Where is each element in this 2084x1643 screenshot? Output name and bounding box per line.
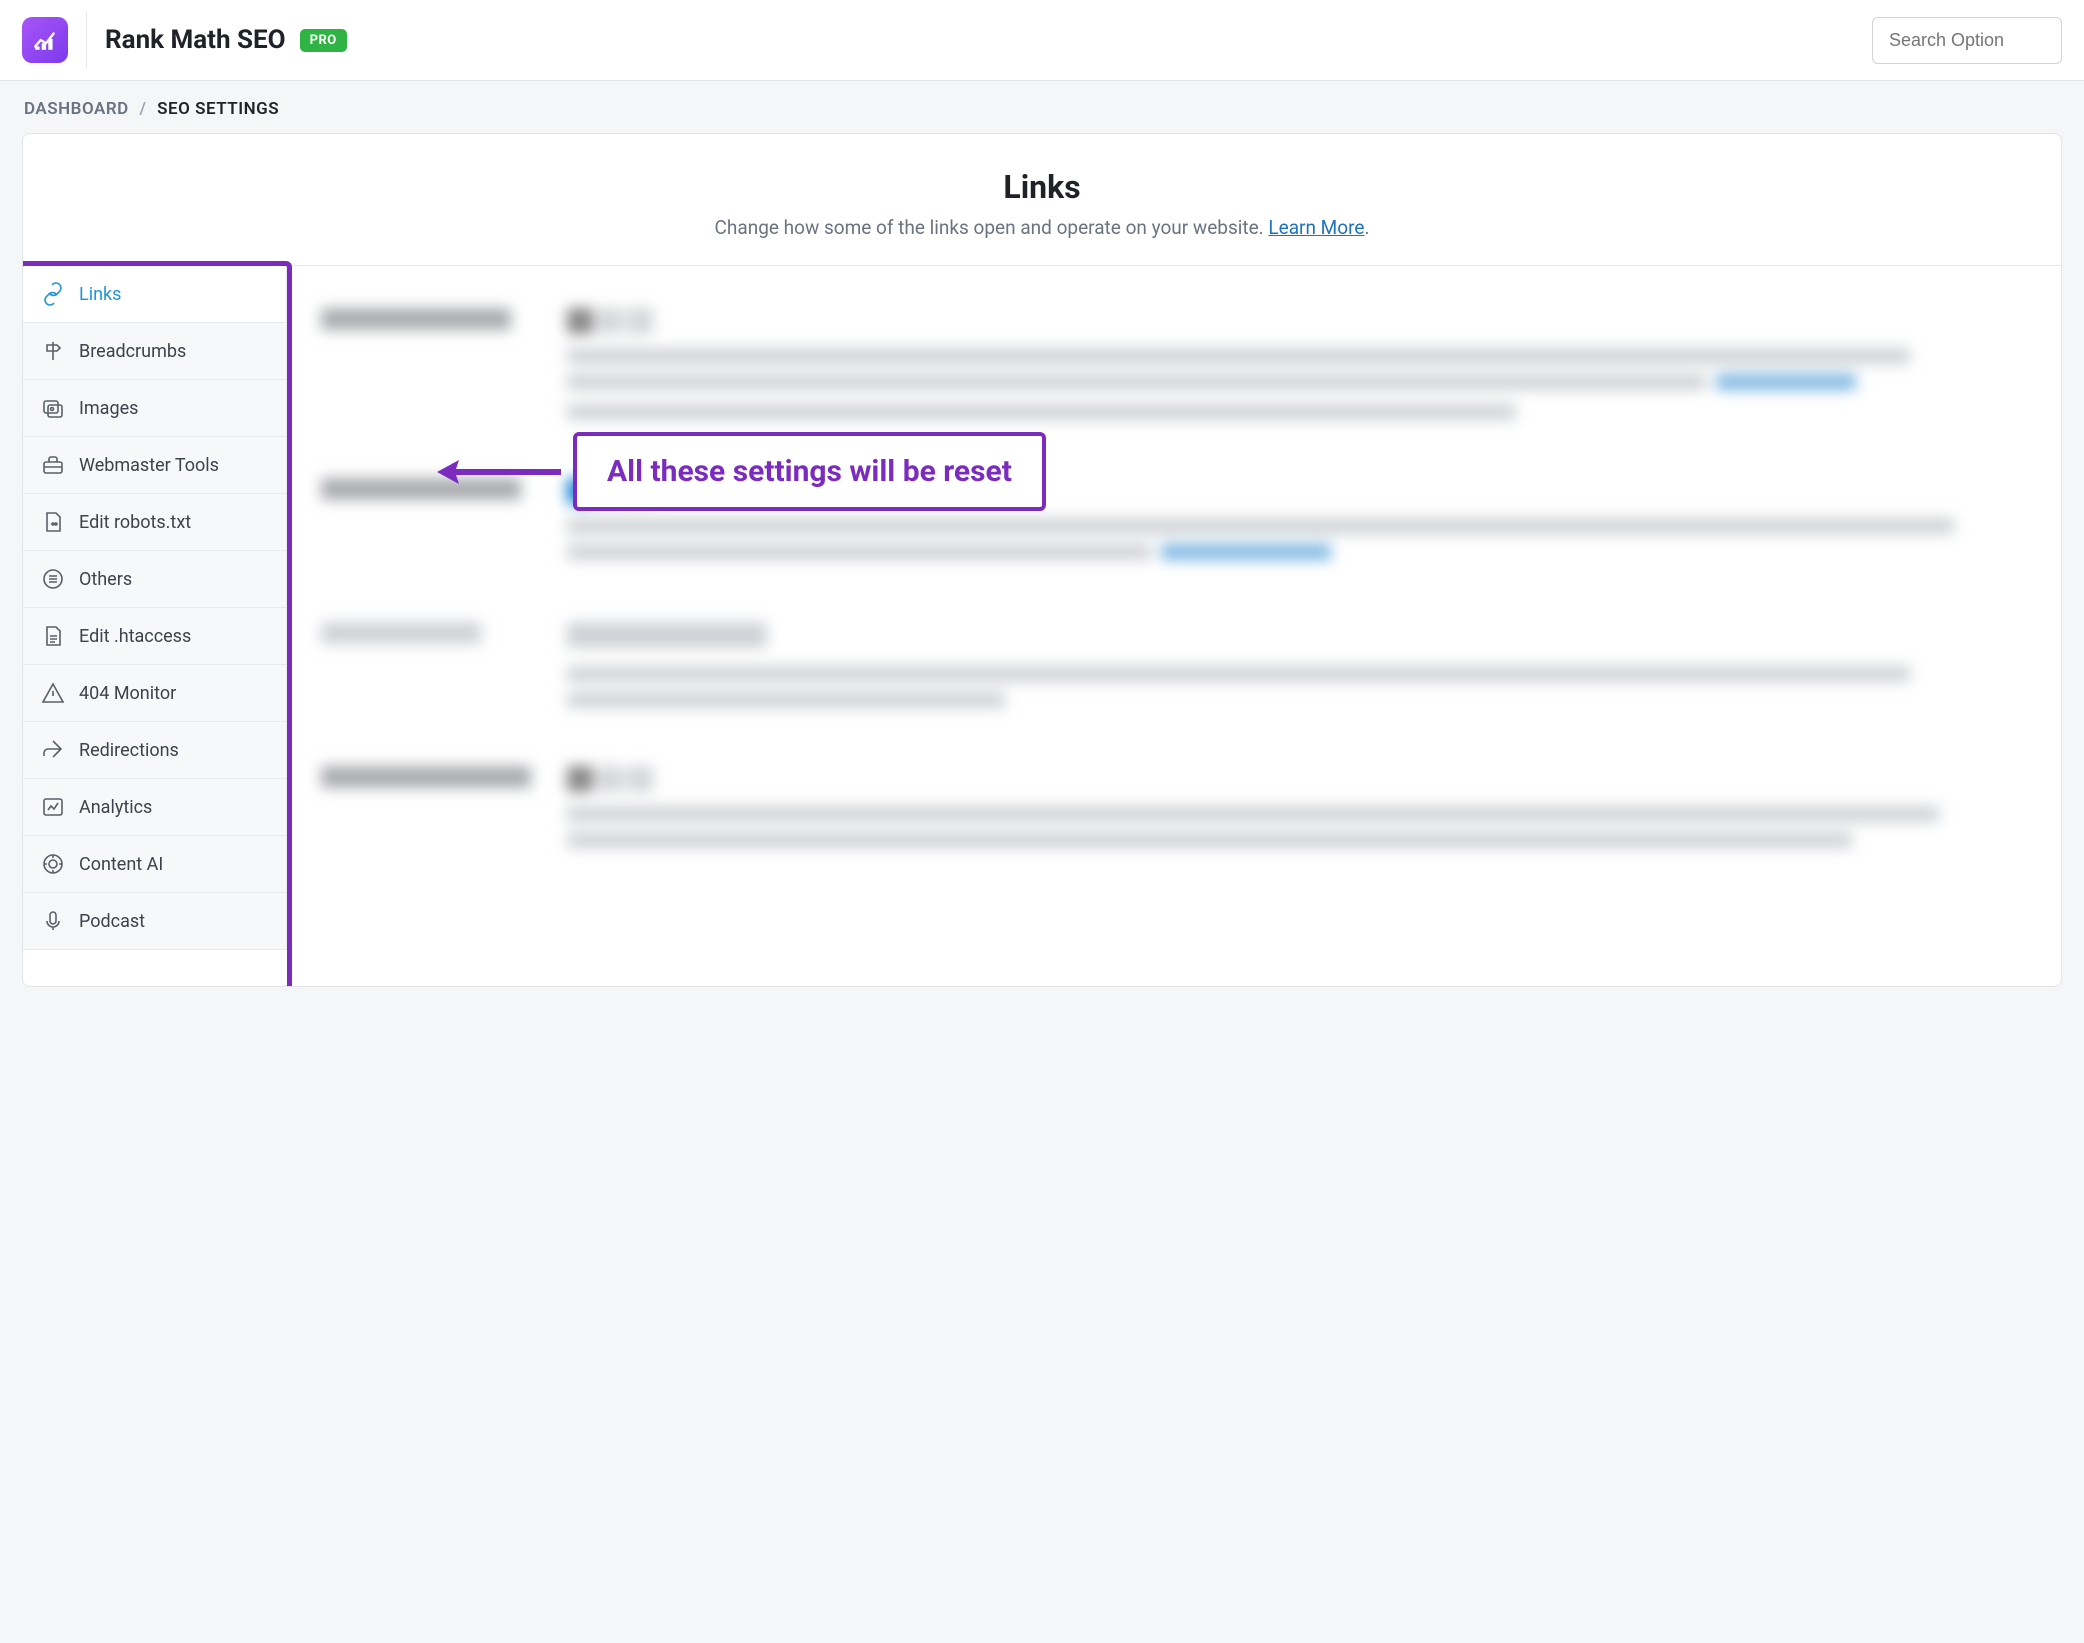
tab-contentai[interactable]: Content AI [23,836,286,893]
tab-robots[interactable]: Edit robots.txt [23,494,286,551]
tab-label: 404 Monitor [79,683,176,704]
chart-icon [41,795,65,819]
title-wrap: Rank Math SEO PRO [105,25,347,55]
tab-others[interactable]: Others [23,551,286,608]
setting-row [287,454,2061,598]
toolbox-icon [41,453,65,477]
settings-tabs: Links Breadcrumbs Images Webmaster Tools Edi… [23,266,287,950]
warning-icon [41,681,65,705]
tab-label: Links [79,284,121,305]
tab-label: Analytics [79,797,152,818]
tab-label: Redirections [79,740,179,761]
page-subtitle: Change how some of the links open and op… [43,216,2041,239]
tab-analytics[interactable]: Analytics [23,779,286,836]
pro-badge: PRO [300,29,347,52]
app-logo [22,17,68,63]
tab-label: Images [79,398,138,419]
divider [86,12,87,68]
settings-panel: Links Change how some of the links open … [22,133,2062,987]
tab-breadcrumbs[interactable]: Breadcrumbs [23,323,286,380]
tab-label: Podcast [79,911,145,932]
breadcrumb: DASHBOARD / SEO SETTINGS [0,81,2084,133]
tab-htaccess[interactable]: Edit .htaccess [23,608,286,665]
tab-podcast[interactable]: Podcast [23,893,286,950]
search-input[interactable] [1872,17,2062,64]
tabs-wrap: Links Breadcrumbs Images Webmaster Tools Edi… [23,266,287,986]
setting-row [287,598,2061,742]
page-title: Links [43,168,2041,206]
file-lines-icon [41,624,65,648]
panel-body: Links Breadcrumbs Images Webmaster Tools Edi… [23,266,2061,986]
settings-content: All these settings will be reset [287,266,2061,986]
tab-label: Others [79,569,132,590]
tab-label: Edit robots.txt [79,512,191,533]
breadcrumb-dashboard[interactable]: DASHBOARD [24,99,129,119]
breadcrumb-current: SEO SETTINGS [157,99,279,119]
tab-label: Webmaster Tools [79,455,219,476]
images-icon [41,396,65,420]
tab-redirections[interactable]: Redirections [23,722,286,779]
setting-row [287,284,2061,454]
learn-more-link[interactable]: Learn More [1268,216,1364,239]
links-icon [41,282,65,306]
tab-images[interactable]: Images [23,380,286,437]
tab-webmaster[interactable]: Webmaster Tools [23,437,286,494]
tab-label: Content AI [79,854,163,875]
ai-icon [41,852,65,876]
panel-head: Links Change how some of the links open … [23,134,2061,266]
app-title: Rank Math SEO [105,25,286,55]
breadcrumb-sep: / [139,99,146,119]
tab-label: Breadcrumbs [79,341,186,362]
list-icon [41,567,65,591]
tab-links[interactable]: Links [23,266,286,323]
setting-row [287,742,2061,882]
signpost-icon [41,339,65,363]
mic-icon [41,909,65,933]
tab-monitor[interactable]: 404 Monitor [23,665,286,722]
tab-label: Edit .htaccess [79,626,191,647]
rank-math-logo-icon [32,27,58,53]
app-header: Rank Math SEO PRO [0,0,2084,81]
file-robot-icon [41,510,65,534]
redirect-icon [41,738,65,762]
